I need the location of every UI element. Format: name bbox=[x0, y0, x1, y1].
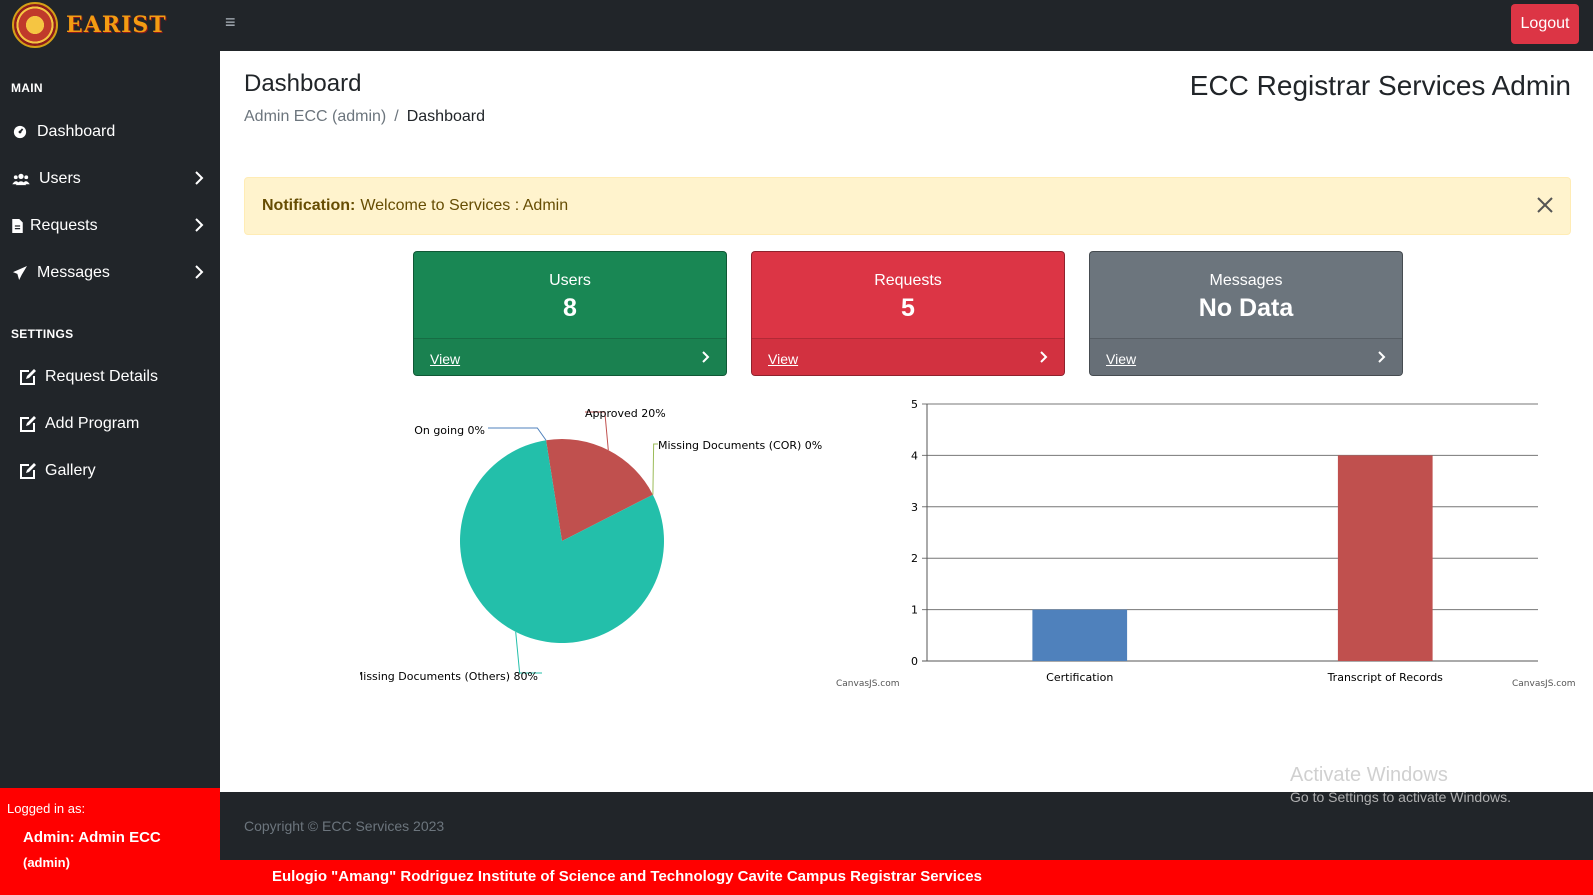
pie-slice-label: Approved 20% bbox=[585, 407, 666, 420]
card-label: Users bbox=[549, 272, 591, 289]
sidebar-item-label: Request Details bbox=[45, 368, 158, 385]
sidebar-item-label: Requests bbox=[30, 217, 98, 234]
sidebar-toggle-icon[interactable]: ≡ bbox=[225, 13, 241, 31]
card-value: 5 bbox=[901, 294, 915, 322]
pie-label-line bbox=[488, 427, 547, 441]
chevron-right-icon[interactable] bbox=[702, 350, 710, 369]
card-value: No Data bbox=[1198, 294, 1294, 322]
edit-icon bbox=[19, 415, 37, 433]
logged-in-user: Admin: Admin ECC bbox=[23, 829, 161, 846]
messages-card: Messages No Data View bbox=[1089, 251, 1403, 376]
y-tick-label: 3 bbox=[911, 501, 918, 514]
edit-icon bbox=[19, 368, 37, 386]
bar-credit[interactable]: CanvasJS.com bbox=[1512, 679, 1575, 689]
paper-plane-icon bbox=[11, 264, 29, 282]
sidebar-item-label: Add Program bbox=[45, 415, 140, 432]
card-footer: View bbox=[752, 338, 1064, 375]
close-icon[interactable] bbox=[1534, 194, 1556, 216]
sidebar-heading-settings: SETTINGS bbox=[11, 327, 74, 341]
users-card: Users 8 View bbox=[413, 251, 727, 376]
sidebar-item-users[interactable]: Users bbox=[0, 161, 220, 197]
y-tick-label: 1 bbox=[911, 604, 918, 617]
bar[interactable] bbox=[1032, 609, 1128, 661]
chevron-right-icon bbox=[194, 170, 204, 191]
breadcrumb-current: Dashboard bbox=[406, 108, 485, 125]
pie-chart-svg: CanvasJS.com Approved 20% Missing Documen… bbox=[354, 407, 900, 689]
institution-name: Eulogio "Amang" Rodriguez Institute of S… bbox=[272, 868, 982, 885]
logged-in-label: Logged in as: bbox=[7, 801, 86, 816]
top-navbar: EARIST ≡ Logout bbox=[0, 0, 1593, 51]
chevron-right-icon[interactable] bbox=[1378, 350, 1386, 369]
copyright-text: Copyright © ECC Services 2023 bbox=[244, 818, 445, 834]
brand-name: EARIST bbox=[66, 12, 167, 38]
file-icon bbox=[11, 217, 23, 235]
app-title: ECC Registrar Services Admin bbox=[1189, 70, 1571, 101]
y-tick-label: 0 bbox=[911, 655, 918, 668]
requests-view-link[interactable]: View bbox=[768, 351, 798, 367]
alert-strong: Notification: bbox=[262, 197, 356, 214]
bar[interactable] bbox=[1337, 455, 1433, 661]
watermark-line1: Activate Windows bbox=[1290, 764, 1448, 786]
institution-banner: Eulogio "Amang" Rodriguez Institute of S… bbox=[220, 860, 1593, 895]
sidebar-item-dashboard[interactable]: Dashboard bbox=[0, 114, 220, 150]
dashboard-icon bbox=[11, 123, 29, 141]
alert-text: Welcome to Services : Admin bbox=[360, 197, 569, 214]
sidebar-item-request-details[interactable]: Request Details bbox=[0, 359, 220, 395]
page-title: Dashboard bbox=[244, 70, 362, 97]
pie-credit[interactable]: CanvasJS.com bbox=[836, 679, 899, 689]
messages-view-link[interactable]: View bbox=[1106, 351, 1136, 367]
brand[interactable]: EARIST bbox=[12, 2, 167, 48]
logout-button[interactable]: Logout bbox=[1511, 4, 1579, 44]
y-tick-label: 2 bbox=[911, 552, 918, 565]
card-footer: View bbox=[1090, 338, 1402, 375]
requests-bar-chart: CanvasJS.com 0 1 2 3 4 5 Certification Transcri… bbox=[905, 398, 1575, 705]
x-category-label: Certification bbox=[1046, 671, 1113, 684]
y-tick-label: 4 bbox=[911, 449, 918, 462]
users-view-link[interactable]: View bbox=[430, 351, 460, 367]
sidebar-heading-main: MAIN bbox=[11, 81, 43, 95]
bar-chart-svg: CanvasJS.com 0 1 2 3 4 5 Certification Transcri… bbox=[911, 398, 1575, 689]
sidebar-item-requests[interactable]: Requests bbox=[0, 208, 220, 244]
chevron-right-icon bbox=[194, 217, 204, 238]
breadcrumb-parent[interactable]: Admin ECC (admin) bbox=[244, 108, 386, 126]
logged-in-role: (admin) bbox=[23, 855, 70, 870]
breadcrumb: Admin ECC (admin) / Dashboard bbox=[244, 108, 485, 126]
sidebar-item-messages[interactable]: Messages bbox=[0, 255, 220, 291]
sidebar-item-label: Dashboard bbox=[37, 123, 116, 140]
sidebar-item-label: Messages bbox=[37, 264, 110, 281]
requests-card: Requests 5 View bbox=[751, 251, 1065, 376]
windows-activation-watermark: Activate Windows Go to Settings to activ… bbox=[1290, 764, 1511, 805]
breadcrumb-separator: / bbox=[394, 108, 399, 125]
x-category-label: Transcript of Records bbox=[1327, 671, 1444, 684]
logged-in-panel: Logged in as: Admin: Admin ECC (admin) bbox=[0, 788, 220, 895]
edit-icon bbox=[19, 462, 37, 480]
pie-slice-label: Missing Documents (COR) 0% bbox=[658, 439, 822, 452]
card-label: Messages bbox=[1209, 272, 1283, 289]
sidebar: MAIN Dashboard Users Requests Messages S… bbox=[0, 51, 220, 788]
watermark-line2: Go to Settings to activate Windows. bbox=[1290, 789, 1511, 805]
card-label: Requests bbox=[874, 272, 942, 289]
sidebar-item-gallery[interactable]: Gallery bbox=[0, 453, 220, 489]
earist-logo bbox=[12, 2, 58, 48]
card-footer: View bbox=[414, 338, 726, 375]
status-pie-chart: CanvasJS.com Approved 20% Missing Documen… bbox=[354, 400, 900, 705]
pie-slice-label: Missing Documents (Others) 80% bbox=[360, 670, 538, 683]
sidebar-item-add-program[interactable]: Add Program bbox=[0, 406, 220, 442]
chevron-right-icon[interactable] bbox=[1040, 350, 1048, 369]
chevron-right-icon bbox=[194, 264, 204, 285]
card-value: 8 bbox=[563, 294, 577, 322]
notification-alert: Notification: Welcome to Services : Admi… bbox=[244, 177, 1571, 235]
y-tick-label: 5 bbox=[911, 400, 918, 411]
pie-slice-label: On going 0% bbox=[414, 424, 485, 437]
users-icon bbox=[11, 170, 31, 188]
sidebar-item-label: Gallery bbox=[45, 462, 96, 479]
sidebar-item-label: Users bbox=[39, 170, 81, 187]
